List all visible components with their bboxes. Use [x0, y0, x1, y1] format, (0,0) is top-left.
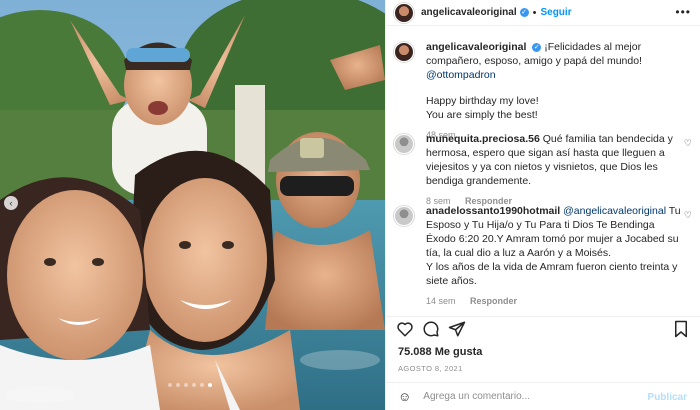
post-photo[interactable]: ‹: [0, 0, 385, 410]
share-icon[interactable]: [448, 320, 466, 338]
carousel-dot-active: [208, 383, 212, 387]
caption: angelicavaleoriginal ✓ ¡Felicidades al m…: [394, 40, 694, 140]
comment-like-heart-icon[interactable]: ♡: [684, 210, 692, 221]
comment-avatar[interactable]: [394, 134, 414, 154]
reply-button[interactable]: Responder: [470, 296, 517, 306]
carousel-prev-button[interactable]: ‹: [4, 196, 18, 210]
caption-avatar[interactable]: [394, 42, 414, 62]
comment-mention[interactable]: @angelicavaleoriginal: [563, 205, 666, 217]
action-bar: [386, 316, 700, 340]
post-header: angelicavaleoriginal ✓ • Seguir •••: [386, 0, 700, 26]
follow-button[interactable]: Seguir: [540, 7, 571, 18]
carousel-dot: [184, 383, 188, 387]
post-date: AGOSTO 8, 2021: [398, 364, 463, 373]
caption-username[interactable]: angelicavaleoriginal: [426, 41, 526, 53]
carousel-indicator: [168, 383, 212, 387]
like-count[interactable]: 75.088 Me gusta: [398, 346, 482, 358]
post-dialog: ‹ angelicavaleoriginal ✓ • Seguir ••• an…: [0, 0, 700, 410]
comment-composer: ☺ Publicar: [386, 382, 700, 410]
caption-body: angelicavaleoriginal ✓ ¡Felicidades al m…: [426, 40, 686, 122]
comment-time[interactable]: 14 sem: [426, 296, 456, 306]
publish-button[interactable]: Publicar: [648, 392, 687, 403]
verified-badge-icon: ✓: [532, 42, 542, 52]
comment: anadelossanto1990hotmail @angelicavaleor…: [394, 204, 694, 306]
comment-text-2: Y los años de la vida de Amram fueron ci…: [426, 261, 678, 287]
carousel-dot: [192, 383, 196, 387]
comment: munequita.preciosa.56 Qué familia tan be…: [394, 132, 694, 206]
carousel-dot: [168, 383, 172, 387]
caption-line3: You are simply the best!: [426, 109, 538, 121]
caption-mention[interactable]: @ottompadron: [426, 69, 496, 81]
author-username[interactable]: angelicavaleoriginal: [421, 7, 517, 18]
comment-input[interactable]: [423, 391, 624, 402]
post-sidebar: angelicavaleoriginal ✓ • Seguir ••• ange…: [385, 0, 700, 410]
comment-meta: 14 sem Responder: [426, 296, 694, 306]
verified-badge-icon: ✓: [519, 8, 529, 17]
carousel-dot: [200, 383, 204, 387]
header-separator: •: [532, 6, 537, 19]
caption-line2: Happy birthday my love!: [426, 95, 539, 107]
comment-body: munequita.preciosa.56 Qué familia tan be…: [426, 132, 686, 188]
comment-username[interactable]: munequita.preciosa.56: [426, 133, 540, 145]
more-options-button[interactable]: •••: [675, 5, 691, 19]
emoji-icon[interactable]: ☺: [398, 389, 411, 404]
bookmark-icon[interactable]: [672, 320, 690, 338]
comment-body: anadelossanto1990hotmail @angelicavaleor…: [426, 204, 686, 288]
author-avatar[interactable]: [394, 2, 414, 23]
heart-icon[interactable]: [396, 320, 414, 338]
carousel-dot: [176, 383, 180, 387]
comment-like-heart-icon[interactable]: ♡: [684, 138, 692, 149]
family-pool-photo: [0, 0, 385, 410]
comment-username[interactable]: anadelossanto1990hotmail: [426, 205, 560, 217]
comment-avatar[interactable]: [394, 206, 414, 226]
comment-icon[interactable]: [422, 320, 440, 338]
